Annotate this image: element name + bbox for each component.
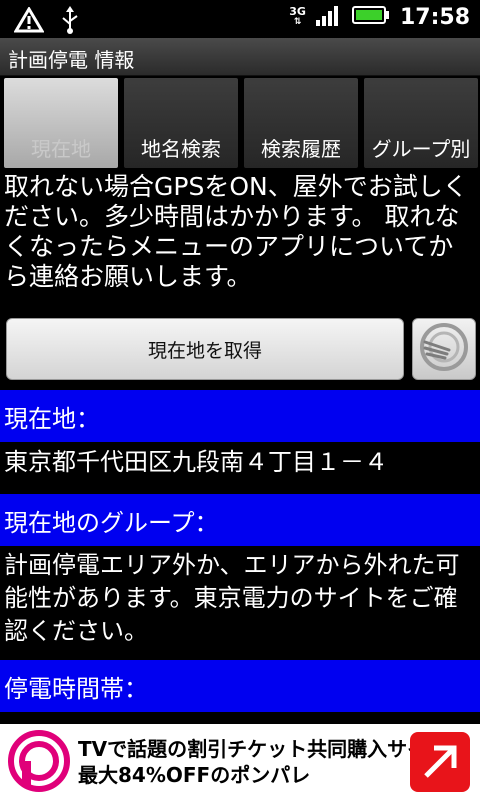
- gps-icon: [419, 322, 469, 376]
- status-bar: 3G ⇅ 17:58: [0, 0, 480, 38]
- tab-label: 現在地: [31, 137, 91, 161]
- clock: 17:58: [399, 4, 470, 30]
- battery-icon: [351, 5, 390, 29]
- group-header-label: 現在地のグループ：: [4, 508, 219, 537]
- group-header: 現在地のグループ：: [0, 494, 480, 546]
- usb-icon: [60, 6, 80, 38]
- tab-search-history[interactable]: 検索履歴: [244, 78, 358, 168]
- tab-label: グループ別: [371, 137, 471, 161]
- tab-place-search[interactable]: 地名検索: [124, 78, 238, 168]
- ad-line-2: 最大84%OFFのポンパレ: [78, 763, 311, 787]
- ad-text: TVで話題の割引チケット共同購入サイト 最大84%OFFのポンパレ: [78, 736, 447, 788]
- network-type: 3G: [289, 5, 306, 18]
- ponpare-logo: [8, 730, 70, 792]
- tab-label: 地名検索: [141, 137, 221, 161]
- ad-line-1: TVで話題の割引チケット共同購入サイト: [78, 737, 448, 761]
- outage-time-header-label: 停電時間帯：: [4, 674, 148, 703]
- app-title-bar: 計画停電 情報: [0, 38, 480, 76]
- warning-icon: [13, 6, 45, 37]
- group-value: 計画停電エリア外か、エリアから外れた可能性があります。東京電力のサイトをご確認く…: [4, 551, 460, 645]
- signal-icon: [315, 4, 342, 30]
- tab-label: 検索履歴: [261, 137, 341, 161]
- location-header: 現在地：: [0, 390, 480, 442]
- tab-by-group[interactable]: グループ別: [364, 78, 478, 168]
- app-title: 計画停電 情報: [8, 48, 135, 72]
- info-text: 取れない場合GPSをON、屋外でお試しください。多少時間はかかります。 取れなく…: [4, 172, 468, 291]
- get-location-button[interactable]: 現在地を取得: [6, 318, 404, 380]
- network-indicator: 3G ⇅: [289, 5, 306, 27]
- tab-current-location[interactable]: 現在地: [4, 78, 118, 168]
- ad-banner[interactable]: TVで話題の割引チケット共同購入サイト 最大84%OFFのポンパレ: [0, 724, 480, 800]
- gps-button[interactable]: [412, 318, 476, 380]
- get-location-label: 現在地を取得: [147, 339, 262, 362]
- outage-time-header: 停電時間帯：: [0, 660, 480, 712]
- tab-bar: 現在地 地名検索 検索履歴 グループ別: [0, 76, 480, 168]
- location-header-label: 現在地：: [4, 404, 100, 433]
- ad-arrow-icon: [410, 732, 470, 792]
- location-value: 東京都千代田区九段南４丁目１－４: [4, 448, 388, 476]
